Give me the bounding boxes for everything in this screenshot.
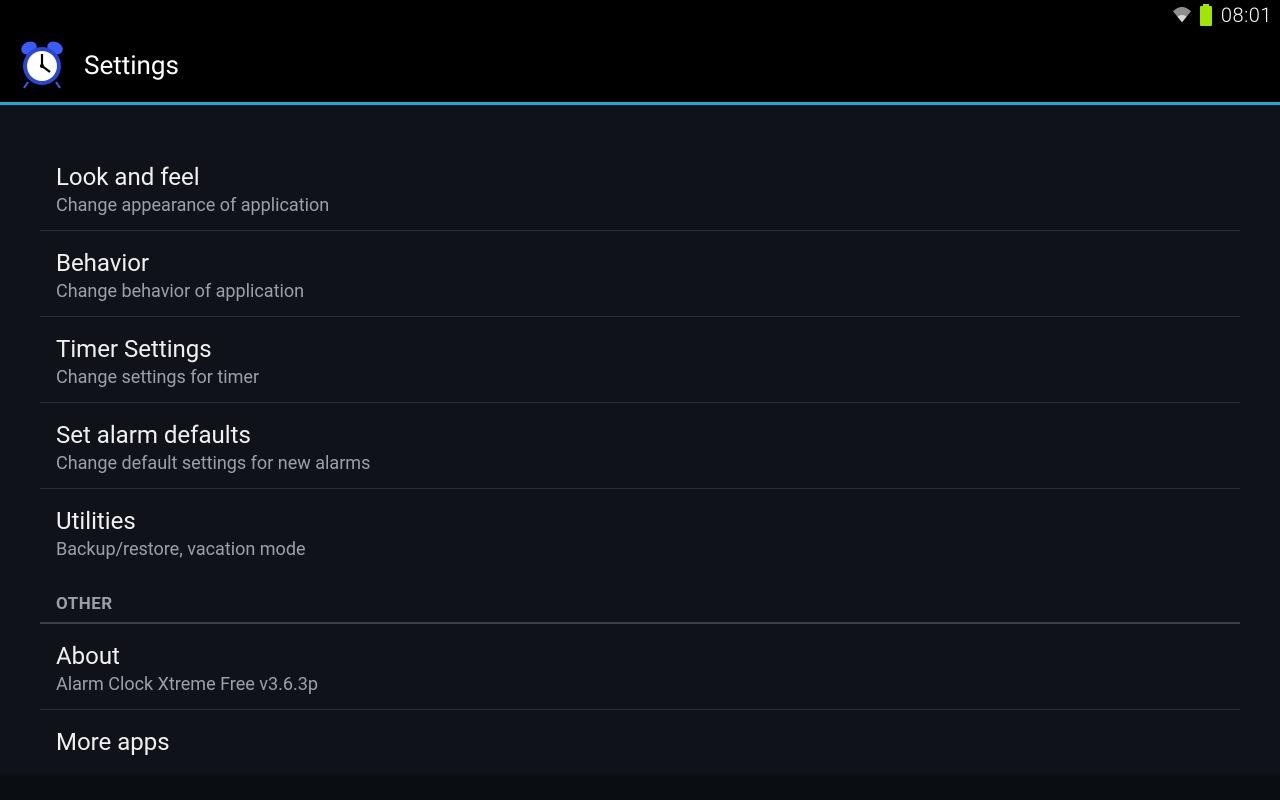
status-time: 08:01: [1221, 3, 1272, 27]
settings-list: Look and feel Change appearance of appli…: [0, 105, 1280, 774]
battery-icon: [1199, 4, 1213, 26]
settings-item-behavior[interactable]: Behavior Change behavior of application: [40, 231, 1240, 317]
settings-item-look-and-feel[interactable]: Look and feel Change appearance of appli…: [40, 145, 1240, 231]
item-title: Timer Settings: [56, 335, 1224, 363]
section-header-other: OTHER: [40, 578, 1240, 624]
app-icon: [16, 38, 68, 94]
status-bar: 08:01: [0, 0, 1280, 30]
app-bar: Settings: [0, 30, 1280, 102]
item-title: More apps: [56, 728, 1224, 756]
wifi-icon: [1171, 6, 1193, 24]
settings-content: Look and feel Change appearance of appli…: [0, 105, 1280, 774]
item-subtitle: Alarm Clock Xtreme Free v3.6.3p: [56, 674, 1224, 695]
item-title: Look and feel: [56, 163, 1224, 191]
settings-item-more-apps[interactable]: More apps: [40, 710, 1240, 774]
item-title: Utilities: [56, 507, 1224, 535]
settings-item-timer-settings[interactable]: Timer Settings Change settings for timer: [40, 317, 1240, 403]
item-title: Set alarm defaults: [56, 421, 1224, 449]
item-title: Behavior: [56, 249, 1224, 277]
settings-item-set-alarm-defaults[interactable]: Set alarm defaults Change default settin…: [40, 403, 1240, 489]
item-subtitle: Change settings for timer: [56, 367, 1224, 388]
item-subtitle: Change behavior of application: [56, 281, 1224, 302]
page-title: Settings: [84, 51, 179, 81]
settings-item-utilities[interactable]: Utilities Backup/restore, vacation mode: [40, 489, 1240, 574]
item-subtitle: Change default settings for new alarms: [56, 453, 1224, 474]
settings-item-about[interactable]: About Alarm Clock Xtreme Free v3.6.3p: [40, 624, 1240, 710]
item-subtitle: Change appearance of application: [56, 195, 1224, 216]
item-title: About: [56, 642, 1224, 670]
item-subtitle: Backup/restore, vacation mode: [56, 539, 1224, 560]
